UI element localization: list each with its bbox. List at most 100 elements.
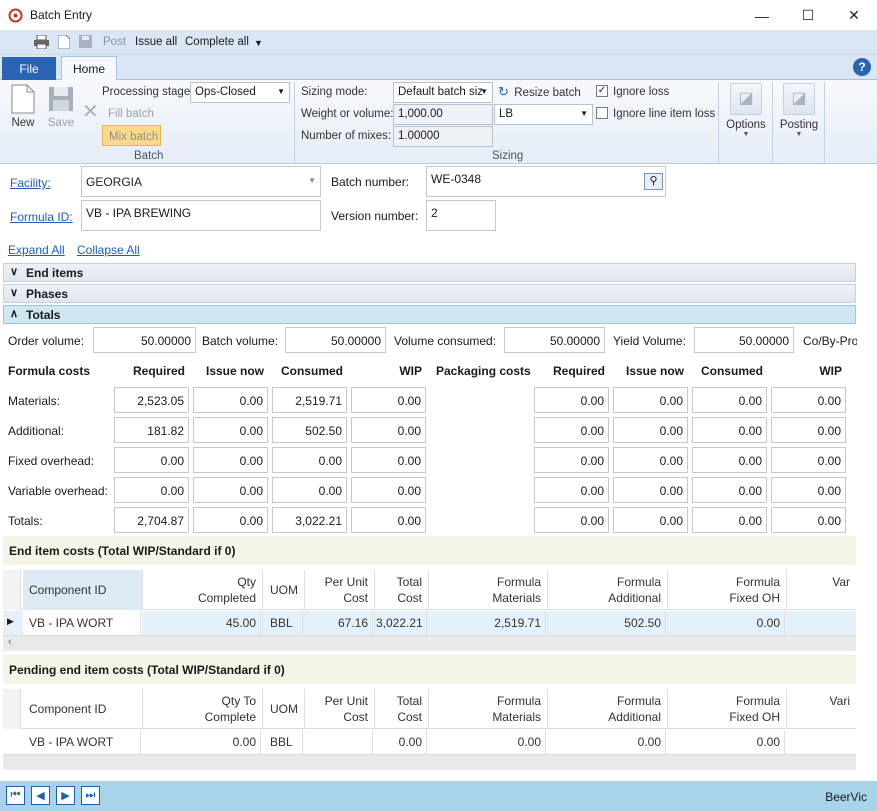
formula-cost-cell[interactable]: 0.00 bbox=[351, 417, 426, 443]
table-row[interactable]: VB - IPA WORT 45.00 BBL 67.16 3,022.21 2,519.… bbox=[3, 611, 856, 635]
packaging-cost-cell[interactable]: 0.00 bbox=[771, 507, 846, 533]
qat-dropdown-icon[interactable]: ▼ bbox=[254, 38, 263, 48]
next-record-button[interactable]: ▶ bbox=[56, 786, 75, 805]
table-cell[interactable]: 2,519.71 bbox=[430, 615, 541, 631]
packaging-cost-cell[interactable]: 0.00 bbox=[692, 387, 767, 413]
table-cell[interactable]: 67.16 bbox=[306, 615, 368, 631]
formula-cost-cell[interactable]: 2,519.71 bbox=[272, 387, 347, 413]
section-phases[interactable]: ∨ Phases bbox=[3, 284, 856, 303]
formula-id-link[interactable]: Formula ID: bbox=[10, 210, 73, 224]
column-header[interactable]: Formula Materials bbox=[430, 574, 541, 606]
column-header[interactable]: UOM bbox=[264, 701, 298, 717]
formula-cost-cell[interactable]: 0.00 bbox=[272, 447, 347, 473]
column-header[interactable]: Vari bbox=[788, 693, 850, 709]
volume-consumed-input[interactable]: 50.00000 bbox=[504, 327, 605, 353]
sizing-mode-select[interactable]: Default batch siz ▼ bbox=[393, 82, 493, 103]
batch-number-input[interactable]: WE-0348 ⚲ bbox=[426, 166, 666, 197]
packaging-cost-cell[interactable]: 0.00 bbox=[613, 507, 688, 533]
formula-cost-cell[interactable]: 0.00 bbox=[193, 387, 268, 413]
formula-id-input[interactable]: VB - IPA BREWING bbox=[81, 200, 321, 231]
horizontal-scrollbar[interactable]: ‹ bbox=[3, 635, 856, 651]
posting-button[interactable]: ◪ Posting ▼ bbox=[775, 83, 823, 153]
scroll-left-icon[interactable]: ‹ bbox=[8, 636, 12, 648]
maximize-button[interactable]: ☐ bbox=[785, 0, 831, 31]
yield-volume-input[interactable]: 50.00000 bbox=[694, 327, 794, 353]
mixes-input[interactable]: 1.00000 bbox=[393, 126, 493, 147]
new-button[interactable]: New bbox=[7, 84, 39, 136]
weight-input[interactable]: 1,000.00 bbox=[393, 104, 493, 125]
packaging-cost-cell[interactable]: 0.00 bbox=[534, 507, 609, 533]
packaging-cost-cell[interactable]: 0.00 bbox=[613, 417, 688, 443]
table-cell[interactable]: BBL bbox=[264, 615, 298, 631]
table-cell[interactable]: 45.00 bbox=[144, 615, 256, 631]
lookup-search-icon[interactable]: ⚲ bbox=[644, 173, 663, 190]
table-row[interactable]: VB - IPA WORT 0.00 BBL 0.00 0.00 0.00 0.00 bbox=[3, 730, 856, 754]
column-header[interactable]: Qty Completed bbox=[144, 574, 256, 606]
table-cell[interactable]: 0.00 bbox=[430, 734, 541, 750]
formula-cost-cell[interactable]: 0.00 bbox=[193, 447, 268, 473]
ignore-loss-checkbox[interactable]: ✓ bbox=[596, 85, 608, 97]
column-header[interactable]: Total Cost bbox=[376, 693, 422, 725]
facility-select[interactable]: GEORGIA ▼ bbox=[81, 166, 321, 197]
formula-cost-cell[interactable]: 181.82 bbox=[114, 417, 189, 443]
column-header[interactable]: Formula Materials bbox=[430, 693, 541, 725]
formula-cost-cell[interactable]: 0.00 bbox=[193, 477, 268, 503]
facility-link[interactable]: Facility: bbox=[10, 176, 51, 190]
packaging-cost-cell[interactable]: 0.00 bbox=[534, 417, 609, 443]
packaging-cost-cell[interactable]: 0.00 bbox=[692, 477, 767, 503]
packaging-cost-cell[interactable]: 0.00 bbox=[692, 447, 767, 473]
table-cell[interactable]: BBL bbox=[264, 734, 298, 750]
formula-cost-cell[interactable]: 0.00 bbox=[114, 447, 189, 473]
column-header[interactable]: Component ID bbox=[23, 570, 142, 610]
version-number-input[interactable]: 2 bbox=[426, 200, 496, 231]
formula-cost-cell[interactable]: 0.00 bbox=[272, 477, 347, 503]
column-header[interactable]: Formula Additional bbox=[549, 574, 661, 606]
packaging-cost-cell[interactable]: 0.00 bbox=[613, 477, 688, 503]
table-cell[interactable]: 502.50 bbox=[549, 615, 661, 631]
options-button[interactable]: ◪ Options ▼ bbox=[722, 83, 770, 153]
formula-cost-cell[interactable]: 3,022.21 bbox=[272, 507, 347, 533]
tab-file[interactable]: File bbox=[2, 57, 56, 80]
batch-volume-input[interactable]: 50.00000 bbox=[285, 327, 386, 353]
packaging-cost-cell[interactable]: 0.00 bbox=[534, 387, 609, 413]
formula-cost-cell[interactable]: 2,523.05 bbox=[114, 387, 189, 413]
ignore-line-item-loss-checkbox[interactable] bbox=[596, 107, 608, 119]
print-icon[interactable] bbox=[34, 34, 49, 50]
fill-batch-button[interactable]: Fill batch bbox=[108, 108, 154, 120]
column-header[interactable]: Total Cost bbox=[376, 574, 422, 606]
table-cell[interactable]: 0.00 bbox=[669, 734, 780, 750]
packaging-cost-cell[interactable]: 0.00 bbox=[771, 387, 846, 413]
packaging-cost-cell[interactable]: 0.00 bbox=[613, 447, 688, 473]
order-volume-input[interactable]: 50.00000 bbox=[93, 327, 196, 353]
help-icon[interactable]: ? bbox=[853, 58, 871, 76]
column-header[interactable]: Formula Additional bbox=[549, 693, 661, 725]
formula-cost-cell[interactable]: 2,704.87 bbox=[114, 507, 189, 533]
mix-batch-button[interactable]: Mix batch bbox=[102, 125, 161, 146]
collapse-all-link[interactable]: Collapse All bbox=[77, 243, 140, 257]
table-cell[interactable]: 3,022.21 bbox=[376, 615, 423, 631]
previous-record-button[interactable]: ◀ bbox=[31, 786, 50, 805]
formula-cost-cell[interactable]: 0.00 bbox=[351, 477, 426, 503]
formula-cost-cell[interactable]: 0.00 bbox=[351, 447, 426, 473]
first-record-button[interactable]: ⏮ bbox=[6, 786, 25, 805]
formula-cost-cell[interactable]: 0.00 bbox=[193, 417, 268, 443]
table-cell[interactable]: 0.00 bbox=[549, 734, 661, 750]
packaging-cost-cell[interactable]: 0.00 bbox=[771, 477, 846, 503]
table-cell[interactable]: 0.00 bbox=[669, 615, 780, 631]
packaging-cost-cell[interactable]: 0.00 bbox=[692, 507, 767, 533]
horizontal-scrollbar[interactable] bbox=[3, 754, 856, 770]
column-header[interactable]: Per Unit Cost bbox=[306, 693, 368, 725]
table-cell[interactable]: VB - IPA WORT bbox=[23, 734, 136, 750]
column-header[interactable]: Formula Fixed OH bbox=[669, 693, 780, 725]
processing-stage-select[interactable]: Ops-Closed ▼ bbox=[190, 82, 290, 103]
table-cell[interactable]: VB - IPA WORT bbox=[23, 611, 142, 635]
column-header[interactable]: Qty To Complete bbox=[144, 693, 256, 725]
formula-cost-cell[interactable]: 0.00 bbox=[114, 477, 189, 503]
packaging-cost-cell[interactable]: 0.00 bbox=[613, 387, 688, 413]
minimize-button[interactable]: — bbox=[739, 0, 785, 31]
last-record-button[interactable]: ⏭ bbox=[81, 786, 100, 805]
packaging-cost-cell[interactable]: 0.00 bbox=[771, 447, 846, 473]
packaging-cost-cell[interactable]: 0.00 bbox=[534, 447, 609, 473]
formula-cost-cell[interactable]: 502.50 bbox=[272, 417, 347, 443]
column-header[interactable]: UOM bbox=[264, 582, 298, 598]
